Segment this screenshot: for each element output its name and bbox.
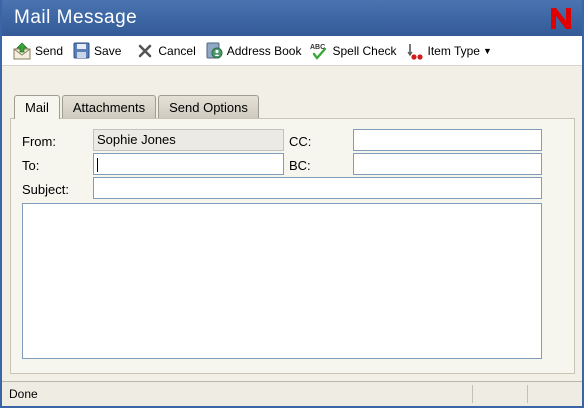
- bc-field[interactable]: [353, 153, 542, 175]
- novell-logo-icon: [551, 8, 571, 29]
- message-content: Mail Attachments Send Options From: Soph…: [2, 66, 582, 381]
- subject-field[interactable]: [93, 177, 542, 199]
- item-type-button[interactable]: Item Type ▼: [403, 39, 498, 63]
- cc-field[interactable]: [353, 129, 542, 151]
- floppy-disk-icon: [71, 41, 91, 61]
- from-field: Sophie Jones: [93, 129, 284, 151]
- title-bar: Mail Message: [2, 0, 582, 36]
- bc-label: BC:: [289, 158, 311, 173]
- send-label: Send: [35, 43, 64, 58]
- to-label: To:: [22, 158, 40, 173]
- tab-mail[interactable]: Mail: [14, 95, 60, 119]
- status-text: Done: [9, 387, 38, 401]
- mail-panel: From: Sophie Jones CC: To: BC: Subject:: [10, 118, 575, 374]
- spell-check-label: Spell Check: [332, 43, 397, 58]
- cancel-button[interactable]: Cancel: [133, 39, 201, 63]
- subject-label: Subject:: [22, 182, 69, 197]
- x-cancel-icon: [135, 41, 155, 61]
- status-divider: [472, 385, 473, 403]
- spell-check-button[interactable]: ABC Spell Check: [307, 39, 402, 63]
- item-type-icon: [405, 41, 425, 61]
- to-field[interactable]: [93, 153, 284, 175]
- send-button[interactable]: Send: [10, 39, 69, 63]
- tab-send-options[interactable]: Send Options: [158, 95, 259, 118]
- save-label: Save: [94, 43, 122, 58]
- status-divider: [527, 385, 528, 403]
- text-cursor: [97, 157, 98, 172]
- mail-message-window: Mail Message Send Save Cancel Address Bo…: [0, 0, 584, 408]
- address-book-icon: [204, 41, 224, 61]
- cc-label: CC:: [289, 134, 312, 149]
- window-title: Mail Message: [14, 7, 138, 28]
- toolbar: Send Save Cancel Address Book ABC Spell …: [2, 36, 582, 66]
- send-envelope-icon: [12, 41, 32, 61]
- address-book-label: Address Book: [226, 43, 302, 58]
- from-label: From:: [22, 134, 56, 149]
- status-bar: Done: [2, 381, 582, 406]
- save-button[interactable]: Save: [69, 39, 127, 63]
- item-type-label: Item Type: [427, 43, 480, 58]
- cancel-label: Cancel: [158, 43, 196, 58]
- tab-strip: Mail Attachments Send Options: [14, 95, 261, 119]
- chevron-down-icon: ▼: [482, 45, 492, 56]
- address-book-button[interactable]: Address Book: [202, 39, 308, 63]
- message-body-textarea[interactable]: [22, 203, 542, 359]
- tab-attachments[interactable]: Attachments: [61, 95, 157, 118]
- spell-check-icon: ABC: [309, 41, 329, 61]
